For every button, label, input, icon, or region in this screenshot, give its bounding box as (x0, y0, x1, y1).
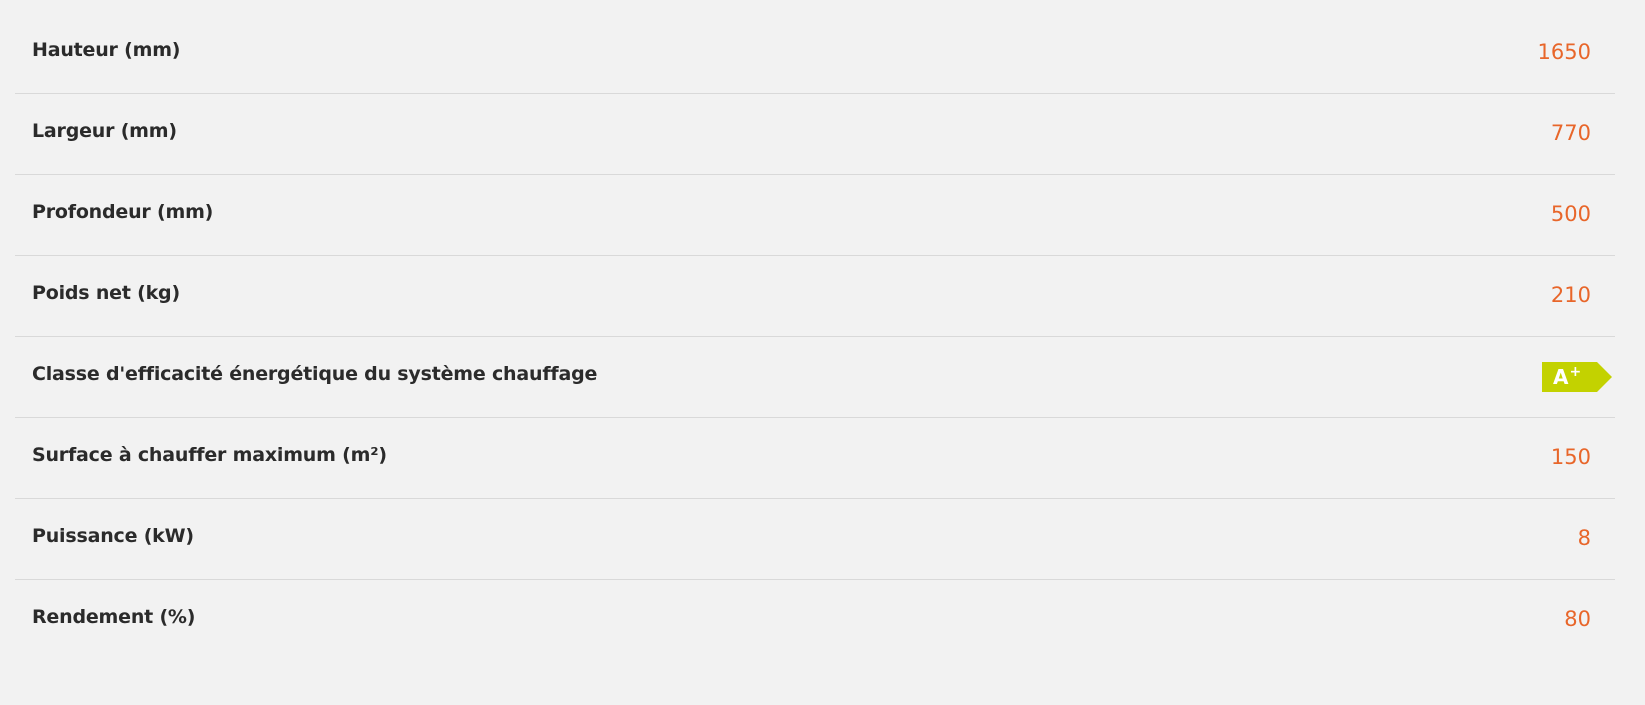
spec-row-largeur: Largeur (mm) 770 (15, 94, 1615, 175)
spec-value: 210 (1550, 283, 1591, 307)
spec-value: 150 (1550, 445, 1591, 469)
energy-class-letter: A (1553, 365, 1569, 389)
spec-label: Profondeur (mm) (32, 201, 214, 223)
spec-label: Classe d'efficacité énergétique du systè… (32, 363, 598, 385)
energy-class-badge: A+ (1542, 362, 1612, 392)
energy-class-modifier: + (1569, 364, 1582, 380)
spec-row-hauteur: Hauteur (mm) 1650 (15, 13, 1615, 94)
spec-row-rendement: Rendement (%) 80 (15, 580, 1615, 661)
spec-row-classe-energetique: Classe d'efficacité énergétique du systè… (15, 337, 1615, 418)
spec-label: Surface à chauffer maximum (m²) (32, 444, 387, 466)
spec-label: Puissance (kW) (32, 525, 194, 547)
spec-label: Hauteur (mm) (32, 39, 181, 61)
spec-table: Hauteur (mm) 1650 Largeur (mm) 770 Profo… (15, 13, 1615, 661)
spec-row-puissance: Puissance (kW) 8 (15, 499, 1615, 580)
spec-row-profondeur: Profondeur (mm) 500 (15, 175, 1615, 256)
spec-value: 80 (1564, 607, 1591, 631)
spec-row-poids: Poids net (kg) 210 (15, 256, 1615, 337)
spec-value: 1650 (1537, 40, 1591, 64)
spec-label: Rendement (%) (32, 606, 196, 628)
spec-label: Poids net (kg) (32, 282, 180, 304)
spec-value: 770 (1550, 121, 1591, 145)
spec-value: 8 (1577, 526, 1591, 550)
spec-label: Largeur (mm) (32, 120, 177, 142)
spec-value: 500 (1550, 202, 1591, 226)
spec-row-surface: Surface à chauffer maximum (m²) 150 (15, 418, 1615, 499)
energy-class-text: A+ (1553, 364, 1582, 391)
